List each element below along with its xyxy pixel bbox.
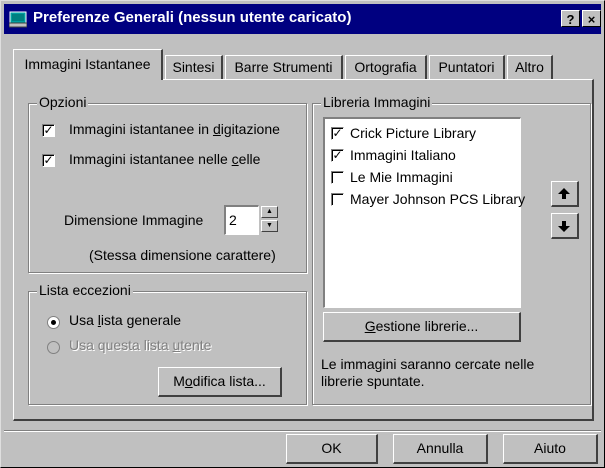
close-title-button[interactable]: ×: [582, 10, 601, 27]
tab-altro[interactable]: Altro: [507, 55, 553, 79]
size-spin-up[interactable]: ▲: [261, 206, 278, 218]
size-spin-down[interactable]: ▼: [261, 220, 278, 232]
arrow-up-icon: [558, 188, 570, 199]
checkbox-celle-label[interactable]: Immagini istantanee nelle celle: [69, 151, 260, 167]
title-bar[interactable]: Preferenze Generali (nessun utente caric…: [4, 4, 601, 34]
library-label: Crick Picture Library: [350, 125, 477, 141]
modifica-lista-button[interactable]: Modifica lista...: [158, 367, 282, 397]
help-title-button[interactable]: ?: [561, 10, 580, 27]
library-checkbox[interactable]: ✓: [331, 127, 344, 140]
checkbox-celle[interactable]: ✓: [42, 154, 55, 167]
opzioni-title: Opzioni: [37, 94, 89, 110]
gestione-librerie-button[interactable]: Gestione librerie...: [323, 312, 521, 342]
library-checkbox[interactable]: [331, 171, 344, 184]
library-note-line2: librerie spuntate.: [321, 373, 425, 389]
library-note-line1: Le immagini saranno cercate nelle: [321, 356, 535, 372]
tab-puntatori[interactable]: Puntatori: [429, 55, 505, 79]
library-label: Le Mie Immagini: [350, 169, 453, 185]
window-title: Preferenze Generali (nessun utente caric…: [33, 9, 352, 26]
checkbox-digitazione[interactable]: ✓: [42, 124, 55, 137]
arrow-down-icon: [558, 221, 570, 232]
tab-immagini-istantanee[interactable]: Immagini Istantanee: [13, 49, 163, 80]
size-note: (Stessa dimensione carattere): [89, 247, 276, 263]
radio-lista-generale-label[interactable]: Usa lista generale: [69, 312, 181, 328]
move-down-button[interactable]: [551, 213, 579, 239]
cancel-button[interactable]: Annulla: [393, 434, 488, 464]
library-list[interactable]: ✓ Crick Picture Library ✓ Immagini Itali…: [323, 117, 525, 308]
library-checkbox[interactable]: [331, 193, 344, 206]
library-label: Mayer Johnson PCS Library: [350, 191, 526, 207]
library-label: Immagini Italiano: [350, 147, 456, 163]
tab-ortografia[interactable]: Ortografia: [345, 55, 427, 79]
preferences-dialog: Preferenze Generali (nessun utente caric…: [0, 0, 605, 468]
help-button[interactable]: Aiuto: [503, 434, 598, 464]
size-input[interactable]: 2: [224, 205, 259, 235]
checkbox-digitazione-label[interactable]: Immagini istantanee in digitazione: [69, 121, 280, 137]
libreria-title: Libreria Immagini: [321, 94, 433, 110]
tab-sintesi[interactable]: Sintesi: [165, 55, 223, 79]
radio-lista-utente[interactable]: [47, 341, 60, 354]
move-up-button[interactable]: [551, 181, 579, 207]
footer-divider: [4, 430, 601, 432]
ok-button[interactable]: OK: [286, 434, 378, 464]
lista-eccezioni-title: Lista eccezioni: [37, 282, 133, 298]
radio-lista-utente-label[interactable]: Usa questa lista utente: [69, 337, 211, 353]
radio-lista-generale[interactable]: [47, 316, 60, 329]
library-checkbox[interactable]: ✓: [331, 149, 344, 162]
app-icon: [9, 11, 27, 28]
tab-barre-strumenti[interactable]: Barre Strumenti: [225, 55, 343, 79]
size-label: Dimensione Immagine: [64, 212, 204, 228]
